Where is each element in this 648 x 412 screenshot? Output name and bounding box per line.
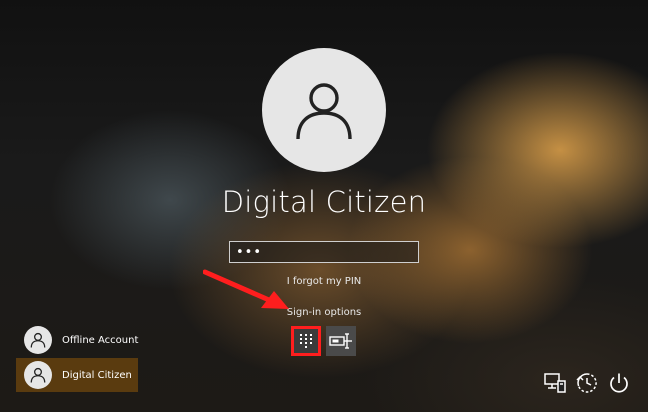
account-label: Offline Account: [62, 334, 139, 346]
user-name: Digital Citizen: [221, 185, 427, 219]
security-key-sign-in-option-button[interactable]: [326, 326, 356, 356]
pin-sign-in-option-button[interactable]: [291, 326, 321, 356]
user-avatar: [262, 48, 386, 172]
user-silhouette-icon: [296, 83, 352, 140]
user-silhouette-icon: [30, 367, 46, 383]
pin-input[interactable]: [229, 241, 419, 263]
account-offline[interactable]: Offline Account: [16, 323, 138, 357]
account-avatar: [24, 361, 52, 389]
ease-of-access-icon[interactable]: [575, 371, 599, 395]
security-key-icon: [329, 333, 352, 349]
network-icon[interactable]: [543, 371, 567, 395]
forgot-pin-link-row: I forgot my PIN: [0, 276, 648, 287]
annotation-arrow: [203, 269, 289, 309]
power-icon[interactable]: [607, 371, 631, 395]
account-label: Digital Citizen: [62, 369, 132, 381]
sign-in-options-link[interactable]: Sign-in options: [287, 307, 362, 318]
pin-keypad-icon: [300, 334, 312, 348]
user-silhouette-icon: [30, 332, 46, 348]
account-avatar: [24, 326, 52, 354]
forgot-pin-link[interactable]: I forgot my PIN: [287, 276, 362, 287]
account-digital-citizen[interactable]: Digital Citizen: [16, 358, 138, 392]
sign-in-options-link-row: Sign-in options: [0, 307, 648, 318]
